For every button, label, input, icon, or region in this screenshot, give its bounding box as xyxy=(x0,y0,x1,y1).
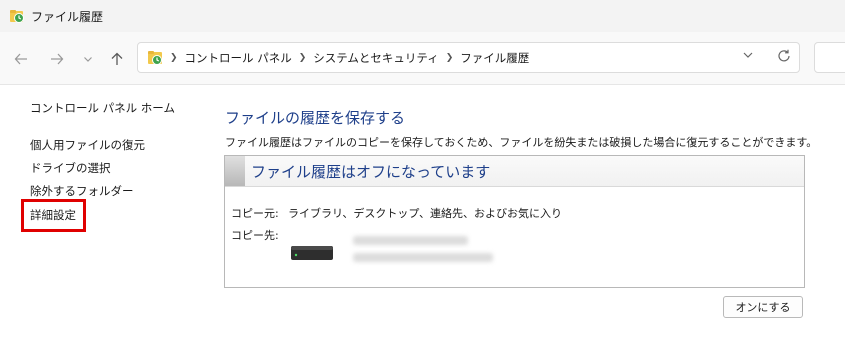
breadcrumb-system-security[interactable]: システムとセキュリティ xyxy=(313,50,438,66)
drive-icon xyxy=(291,246,333,260)
status-panel: ファイル履歴はオフになっています コピー元: ライブラリ、デスクトップ、連絡先、… xyxy=(224,155,805,288)
sidebar-item-select-drive[interactable]: ドライブの選択 xyxy=(30,160,111,176)
back-arrow-icon[interactable] xyxy=(10,48,32,70)
page-description: ファイル履歴はファイルのコピーを保存しておくため、ファイルを紛失または破損した場… xyxy=(225,136,818,149)
blurred-drive-name xyxy=(353,236,468,245)
up-arrow-icon[interactable] xyxy=(106,48,128,70)
window-title: ファイル履歴 xyxy=(31,10,104,24)
status-bar-indicator xyxy=(225,156,245,186)
address-bar[interactable]: ❯ コントロール パネル ❯ システムとセキュリティ ❯ ファイル履歴 xyxy=(137,42,800,73)
navigation-bar: ❯ コントロール パネル ❯ システムとセキュリティ ❯ ファイル履歴 xyxy=(0,32,845,85)
turn-on-button[interactable]: オンにする xyxy=(723,296,803,318)
status-text: ファイル履歴はオフになっています xyxy=(251,163,491,181)
sidebar-item-restore-personal-files[interactable]: 個人用ファイルの復元 xyxy=(30,137,145,153)
chevron-right-icon[interactable]: ❯ xyxy=(446,53,454,63)
chevron-right-icon: ❯ xyxy=(170,53,178,63)
blurred-drive-info xyxy=(353,253,493,262)
title-bar: ファイル履歴 xyxy=(0,0,845,32)
forward-arrow-icon[interactable] xyxy=(46,48,68,70)
chevron-right-icon[interactable]: ❯ xyxy=(299,53,307,63)
copy-from-value: ライブラリ、デスクトップ、連絡先、およびお気に入り xyxy=(288,207,563,220)
copy-from-label: コピー元: xyxy=(231,207,279,220)
sidebar-item-exclude-folders[interactable]: 除外するフォルダー xyxy=(30,183,134,199)
sidebar-item-control-panel-home[interactable]: コントロール パネル ホーム xyxy=(30,100,175,116)
file-history-icon xyxy=(10,10,24,23)
highlight-box xyxy=(21,199,86,232)
breadcrumb-control-panel[interactable]: コントロール パネル xyxy=(185,50,292,66)
search-input[interactable] xyxy=(814,42,845,73)
breadcrumb-file-history[interactable]: ファイル履歴 xyxy=(460,50,529,66)
refresh-icon[interactable] xyxy=(776,48,794,66)
recent-dropdown-icon[interactable] xyxy=(77,48,99,70)
copy-to-label: コピー先: xyxy=(231,229,279,242)
breadcrumb: ❯ コントロール パネル ❯ システムとセキュリティ ❯ ファイル履歴 xyxy=(170,50,529,66)
status-header: ファイル履歴はオフになっています xyxy=(225,156,804,187)
page-title: ファイルの履歴を保存する xyxy=(225,109,406,127)
chevron-down-icon[interactable] xyxy=(742,49,758,65)
location-icon xyxy=(148,51,162,65)
